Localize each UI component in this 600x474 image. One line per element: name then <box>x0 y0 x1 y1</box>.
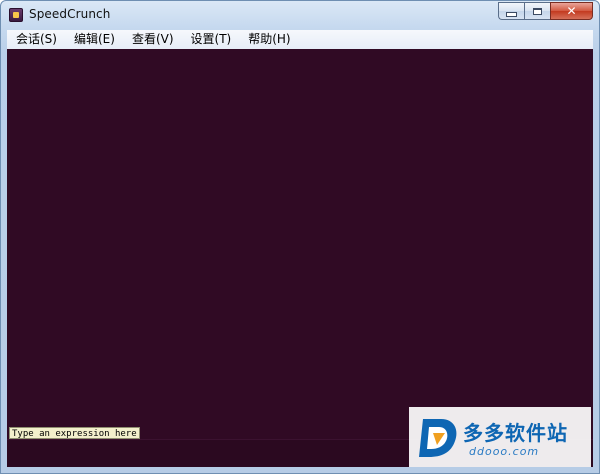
main-content: Type an expression here <box>7 49 593 467</box>
menu-session[interactable]: 会话(S) <box>7 30 65 49</box>
watermark-title: 多多软件站 <box>463 421 568 445</box>
app-window: SpeedCrunch ✕ 会话(S) 编辑(E) 查看(V) 设置(T) 帮助… <box>0 0 600 474</box>
watermark-url: ddooo.com <box>469 445 540 458</box>
result-display[interactable] <box>7 49 593 427</box>
watermark: 多多软件站 ddooo.com <box>409 407 591 467</box>
title-bar[interactable]: SpeedCrunch ✕ <box>1 1 599 30</box>
watermark-logo-icon <box>419 419 457 457</box>
maximize-icon <box>533 7 542 15</box>
close-icon: ✕ <box>566 4 577 18</box>
menu-edit[interactable]: 编辑(E) <box>65 30 123 49</box>
menu-settings[interactable]: 设置(T) <box>182 30 240 49</box>
menu-view[interactable]: 查看(V) <box>123 30 182 49</box>
minimize-button[interactable] <box>498 2 524 20</box>
window-title: SpeedCrunch <box>29 7 111 21</box>
caption-buttons: ✕ <box>498 2 593 22</box>
input-hint-tooltip: Type an expression here <box>9 427 140 439</box>
maximize-button[interactable] <box>524 2 550 20</box>
menu-bar: 会话(S) 编辑(E) 查看(V) 设置(T) 帮助(H) <box>7 30 593 49</box>
close-button[interactable]: ✕ <box>550 2 593 20</box>
speedcrunch-app-icon[interactable] <box>9 8 23 22</box>
menu-help[interactable]: 帮助(H) <box>239 30 298 49</box>
minimize-icon <box>506 11 517 17</box>
